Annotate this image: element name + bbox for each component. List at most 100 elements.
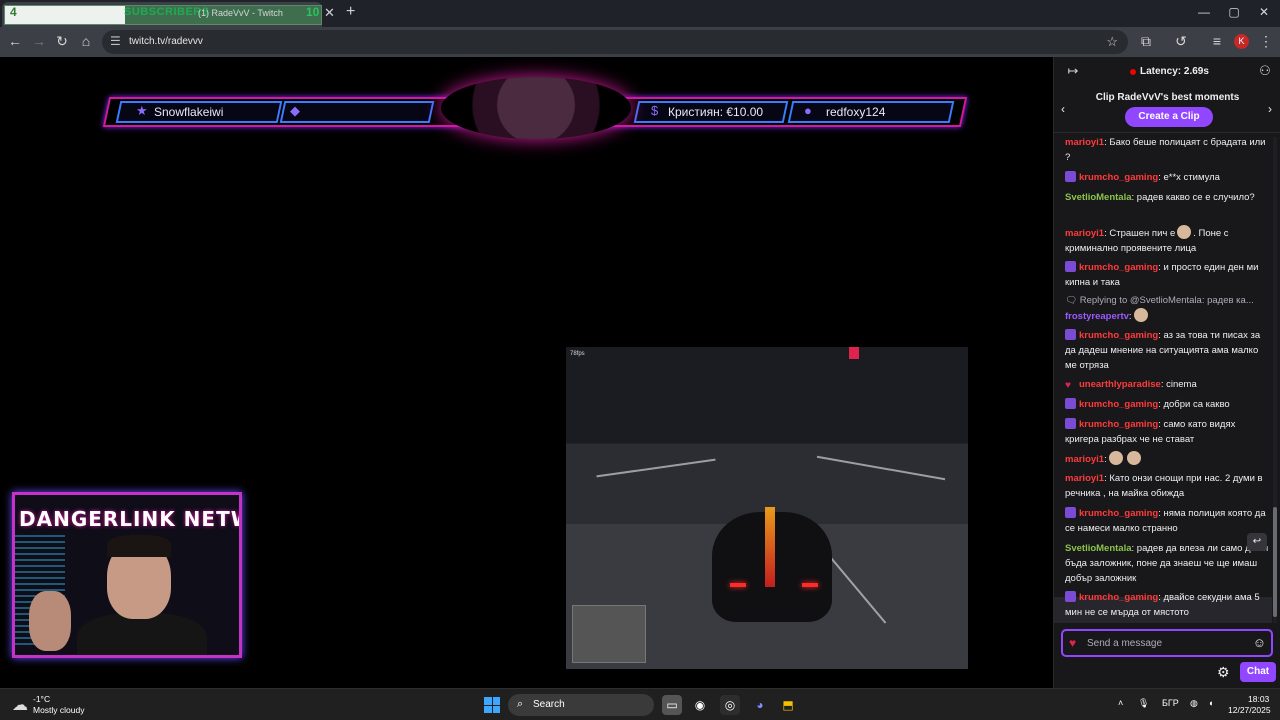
weather-temperature[interactable]: -1°C — [33, 694, 50, 704]
new-tab-icon[interactable]: + — [346, 3, 355, 21]
minimize-icon[interactable]: — — [1194, 5, 1214, 19]
chat-message[interactable]: SvetlioMentala: радев какво се е случило… — [1065, 190, 1270, 205]
taskbar-search[interactable]: ⌕ Search — [508, 694, 654, 716]
media-control-icon[interactable]: ≡ — [1208, 33, 1226, 49]
volume-icon[interactable]: ◖ — [1208, 698, 1213, 708]
discord-icon[interactable]: ◕ — [750, 695, 770, 715]
bookmark-star-icon[interactable]: ☆ — [1106, 34, 1118, 50]
tab-title: (1) RadeVvV - Twitch — [198, 8, 283, 18]
chat-message[interactable]: marioyi1: Страшен пич е. Поне с криминал… — [1065, 225, 1270, 256]
chat-scroll-thumb[interactable] — [1273, 507, 1277, 617]
restore-icon[interactable]: ▢ — [1224, 5, 1244, 19]
emote-icon — [1126, 451, 1141, 465]
star-icon: ★ — [136, 103, 148, 118]
chat-panel: ↦ Latency: 2.69s ⚇ ‹ Clip RadeVvV's best… — [1053, 57, 1280, 688]
clock-time[interactable]: 18:03 — [1248, 694, 1269, 704]
chat-message[interactable]: krumcho_gaming: само като видях кригера … — [1065, 417, 1270, 447]
banner-diamond-box — [279, 101, 435, 123]
clock-date[interactable]: 12/27/2025 — [1228, 705, 1271, 715]
chat-text: : добри са какво — [1158, 399, 1230, 410]
chat-username[interactable]: SvetlioMentala — [1065, 543, 1132, 554]
chat-username[interactable]: marioyi1 — [1065, 473, 1104, 484]
profile-avatar[interactable]: K — [1234, 34, 1249, 49]
chat-username[interactable]: krumcho_gaming — [1079, 330, 1158, 341]
start-button[interactable] — [484, 697, 500, 713]
chat-username[interactable]: marioyi1 — [1065, 454, 1104, 465]
network-icon[interactable]: ◍ — [1190, 698, 1198, 709]
browser-tab-strip: 4 SUBSCRIBERS (1) RadeVvV - Twitch 10 ✕ … — [0, 0, 1280, 27]
obs-icon[interactable]: ◉ — [690, 695, 710, 715]
chat-message[interactable]: krumcho_gaming: и просто един ден ми кип… — [1065, 260, 1270, 290]
browser-menu-icon[interactable]: ⋮ — [1257, 33, 1275, 50]
chat-username[interactable]: krumcho_gaming — [1079, 262, 1158, 273]
subscriber-badge-icon — [1065, 591, 1076, 602]
road-line-left — [596, 458, 716, 478]
game-minimap — [572, 605, 646, 663]
latest-subscriber: redfoxy124 — [826, 105, 886, 119]
close-window-icon[interactable]: ✕ — [1254, 5, 1274, 19]
home-icon[interactable]: ⌂ — [77, 33, 95, 49]
chat-message[interactable]: krumcho_gaming: аз за това ти писах за д… — [1065, 328, 1270, 373]
search-label: Search — [533, 699, 565, 710]
chat-text: : е**х стимула — [1158, 172, 1220, 183]
file-explorer-icon[interactable]: ▭ — [662, 695, 682, 715]
collapse-chat-icon[interactable]: ↦ — [1064, 63, 1082, 79]
tray-overflow-icon[interactable]: ˄ — [1118, 698, 1123, 708]
reload-icon[interactable]: ↻ — [53, 33, 71, 50]
chat-username[interactable]: marioyi1 — [1065, 228, 1104, 239]
create-clip-button[interactable]: Create a Clip — [1125, 107, 1213, 127]
chat-message[interactable]: marioyi1: — [1065, 451, 1270, 467]
chrome-icon[interactable]: ◎ — [720, 695, 740, 715]
game-capture: 78fps — [566, 347, 968, 669]
chat-settings-icon[interactable]: ⚙ — [1217, 664, 1230, 681]
chat-input[interactable] — [1087, 635, 1247, 651]
browser-tab-active[interactable]: 4 SUBSCRIBERS (1) RadeVvV - Twitch 10 — [2, 2, 322, 27]
chat-text: : Страшен пич е — [1104, 228, 1176, 239]
extensions-icon[interactable]: ⧉ — [1137, 33, 1155, 50]
heart-icon[interactable]: ♥ — [1069, 636, 1076, 650]
chat-username[interactable]: frostyreapertv — [1065, 311, 1129, 322]
history-icon[interactable]: ↺ — [1172, 33, 1190, 50]
user-icon: ● — [804, 103, 812, 118]
emote-icon — [1108, 451, 1123, 465]
close-tab-icon[interactable]: ✕ — [324, 5, 335, 21]
chat-username[interactable]: krumcho_gaming — [1079, 592, 1158, 603]
chat-username[interactable]: SvetlioMentala — [1065, 192, 1132, 203]
chat-message[interactable]: marioyi1: Бако беше полицаят с брадата и… — [1065, 135, 1270, 165]
chevron-left-icon[interactable]: ‹ — [1061, 102, 1065, 116]
chat-message[interactable]: krumcho_gaming: добри са какво — [1065, 397, 1270, 412]
streamer-hair — [107, 535, 171, 557]
chat-username[interactable]: krumcho_gaming — [1079, 508, 1158, 519]
address-bar[interactable]: ☰ twitch.tv/radevvv ☆ — [102, 30, 1128, 54]
emote-icon — [1133, 308, 1148, 322]
weather-description[interactable]: Mostly cloudy — [33, 705, 85, 715]
chat-username[interactable]: krumcho_gaming — [1079, 172, 1158, 183]
chat-username[interactable]: krumcho_gaming — [1079, 419, 1158, 430]
video-player[interactable]: ★ Snowflakeiwi ◆ $ Кристиян: €10.00 ● re… — [0, 57, 1053, 688]
emote-picker-icon[interactable]: ☺ — [1253, 635, 1266, 650]
keyboard-language[interactable]: БГР — [1162, 698, 1179, 708]
chat-username[interactable]: unearthlyparadise — [1079, 379, 1161, 390]
chat-message[interactable]: marioyi1: Като онзи снощи при нас. 2 дум… — [1065, 471, 1270, 501]
microphone-icon[interactable]: 🎙 — [1138, 698, 1149, 709]
chevron-right-icon[interactable]: › — [1268, 102, 1272, 116]
chat-message[interactable]: krumcho_gaming: е**х стимула — [1065, 170, 1270, 185]
back-icon[interactable]: ← — [6, 33, 24, 49]
chat-message[interactable]: SvetlioMentala: радев да влеза ли само д… — [1065, 541, 1270, 586]
chat-username[interactable]: marioyi1 — [1065, 137, 1104, 148]
chat-reply-message[interactable]: 🗨 Replying to @SvetlioMentala: радев ка.… — [1065, 293, 1270, 324]
chat-message[interactable]: krumcho_gaming: няма полиция която да се… — [1065, 506, 1270, 536]
weather-icon[interactable]: ☁ — [12, 695, 28, 715]
app-icon[interactable]: ⬒ — [778, 695, 798, 715]
reply-arrow-icon[interactable]: ↩ — [1247, 533, 1267, 551]
forward-icon[interactable]: → — [30, 33, 48, 49]
reply-context: 🗨 Replying to @SvetlioMentala: радев ка.… — [1065, 293, 1270, 308]
chat-message[interactable]: ♥ unearthlyparadise: cinema — [1065, 377, 1270, 392]
url-text[interactable]: twitch.tv/radevvv — [129, 36, 203, 47]
chat-username[interactable]: krumcho_gaming — [1079, 399, 1158, 410]
chat-send-button[interactable]: Chat — [1240, 662, 1276, 682]
community-icon[interactable]: ⚇ — [1256, 63, 1274, 79]
chat-message[interactable]: krumcho_gaming: двайсе секудни ама 5 мин… — [1065, 590, 1270, 620]
chat-input-box[interactable]: ♥ ☺ — [1061, 629, 1273, 657]
site-info-icon[interactable]: ☰ — [110, 34, 121, 48]
